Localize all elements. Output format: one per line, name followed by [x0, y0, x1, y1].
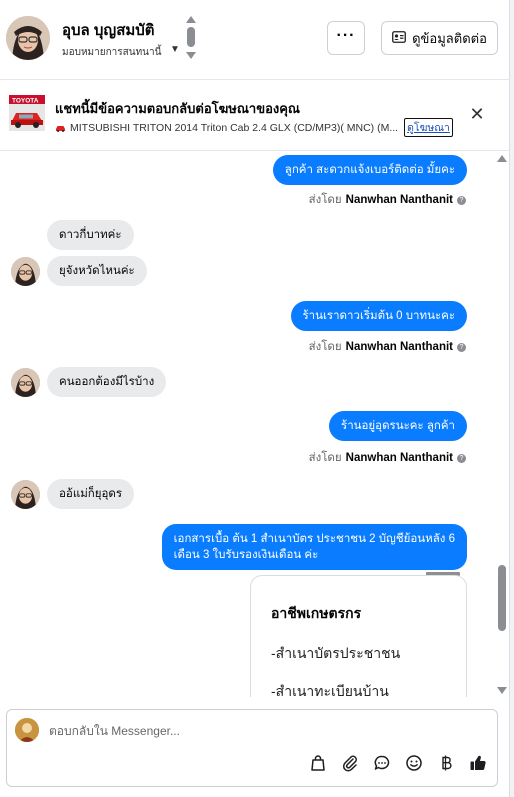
message-bubble-outgoing[interactable]: เอกสารเบื้อ ต้น 1 สำเนาบัตร ประชาชน 2 บั… [161, 524, 467, 570]
car-icon [56, 125, 65, 132]
sender-name: Nanwhan Nanthanit [345, 341, 453, 353]
reply-input[interactable] [49, 720, 469, 742]
ad-reply-banner: TOYOTA แชทนี้มีข้อความตอบกลับต่อโฆษณาของ… [0, 81, 510, 151]
smiley-icon[interactable] [405, 754, 423, 772]
sender-name: Nanwhan Nanthanit [345, 452, 453, 464]
thumbs-up-icon[interactable] [469, 754, 487, 772]
contact-avatar-small [11, 368, 40, 397]
scroll-thumb[interactable] [498, 565, 506, 631]
composer-toolbar [309, 754, 487, 772]
message-bubble-outgoing[interactable]: ลูกค้า สะดวกแจ้งเบอร์ติดต่อ มั้ยคะ [272, 155, 467, 185]
card-line: -สำเนาทะเบียนบ้าน [271, 683, 389, 697]
view-ad-link[interactable]: ดูโฆษณา [404, 118, 453, 137]
info-icon[interactable]: ? [457, 195, 466, 205]
assign-conversation-label[interactable]: มอบหมายการสนทนานี้ [62, 45, 161, 60]
scroll-up-arrow-icon[interactable] [497, 155, 507, 162]
message-line: เดือน 3 ใบรับรองเงินเดือน ค่ะ [173, 549, 319, 561]
message-bubble-incoming[interactable]: ออ้แม่ก็ยุอุดร [47, 479, 135, 509]
document-requirements-card[interactable]: อาชีพเกษตรกร -สำเนาบัตรประชาชน -สำเนาทะเ… [250, 575, 467, 697]
message-bubble-outgoing[interactable]: ร้านเราดาวเริ่มต้น 0 บาทนะคะ [290, 301, 467, 331]
scroll-down-arrow-icon[interactable] [186, 52, 196, 59]
assign-dropdown-caret-icon[interactable]: ▼ [170, 44, 180, 55]
messenger-conversation-panel: อุบล บุญสมบัติ มอบหมายการสนทนานี้ ▼ ··· … [0, 0, 510, 797]
chat-bubble-icon[interactable] [373, 754, 391, 772]
scroll-up-arrow-icon[interactable] [186, 16, 196, 23]
view-contact-info-button[interactable]: ดูข้อมูลติดต่อ [381, 21, 498, 55]
more-options-button[interactable]: ··· [327, 21, 365, 55]
thread-scrollbar[interactable] [496, 152, 508, 697]
contact-name: อุบล บุญสมบัติ [62, 22, 155, 39]
ad-banner-title: แชทนี้มีข้อความตอบกลับต่อโฆษณาของคุณ [55, 101, 300, 116]
card-line: -สำเนาบัตรประชาชน [271, 645, 401, 661]
bag-icon[interactable] [309, 754, 327, 772]
ad-banner-subtitle-row: MITSUBISHI TRITON 2014 Triton Cab 2.4 GL… [55, 118, 453, 137]
paperclip-icon[interactable] [341, 754, 359, 772]
contact-card-icon [392, 30, 406, 46]
close-icon[interactable]: ✕ [468, 105, 486, 123]
header-scrollbar[interactable] [185, 16, 197, 64]
info-icon[interactable]: ? [457, 342, 466, 352]
contact-avatar-small [11, 257, 40, 286]
message-bubble-incoming[interactable]: ดาวกี่บาทค่ะ [47, 220, 134, 250]
message-composer [6, 709, 498, 787]
info-icon[interactable]: ? [457, 453, 466, 463]
ad-subtitle-text: MITSUBISHI TRITON 2014 Triton Cab 2.4 GL… [70, 121, 399, 134]
ad-thumbnail-image[interactable]: TOYOTA [9, 95, 45, 131]
message-bubble-outgoing[interactable]: ร้านอยู่อุดรนะคะ ลูกค้า [329, 411, 467, 441]
sent-by-label: ส่งโดย Nanwhan Nanthanit ? [309, 191, 466, 209]
scroll-down-arrow-icon[interactable] [497, 687, 507, 694]
contact-avatar-small [11, 480, 40, 509]
contact-avatar[interactable] [6, 16, 50, 60]
message-bubble-incoming[interactable]: คนออกต้องมีไรบ้าง [47, 367, 167, 397]
sender-name: Nanwhan Nanthanit [345, 194, 453, 206]
message-line: เอกสารเบื้อ ต้น 1 สำเนาบัตร ประชาชน 2 บั… [173, 533, 455, 545]
message-thread[interactable]: ลูกค้า สะดวกแจ้งเบอร์ติดต่อ มั้ยคะ ส่งโด… [0, 152, 510, 697]
sent-by-prefix: ส่งโดย [308, 194, 342, 206]
message-bubble-incoming[interactable]: ยุจังหวัดไหนค่ะ [47, 256, 147, 286]
view-contact-info-label: ดูข้อมูลติดต่อ [412, 30, 487, 46]
sent-by-label: ส่งโดย Nanwhan Nanthanit ? [309, 338, 466, 356]
sent-by-prefix: ส่งโดย [308, 341, 342, 353]
baht-icon[interactable] [437, 754, 455, 772]
sent-by-prefix: ส่งโดย [308, 452, 342, 464]
scroll-thumb[interactable] [187, 27, 195, 47]
card-title: อาชีพเกษตรกร [271, 605, 362, 621]
ad-thumb-brand: TOYOTA [12, 97, 39, 104]
conversation-header: อุบล บุญสมบัติ มอบหมายการสนทนานี้ ▼ ··· … [0, 0, 510, 80]
sent-by-label: ส่งโดย Nanwhan Nanthanit ? [309, 449, 466, 467]
page-avatar [15, 718, 39, 742]
